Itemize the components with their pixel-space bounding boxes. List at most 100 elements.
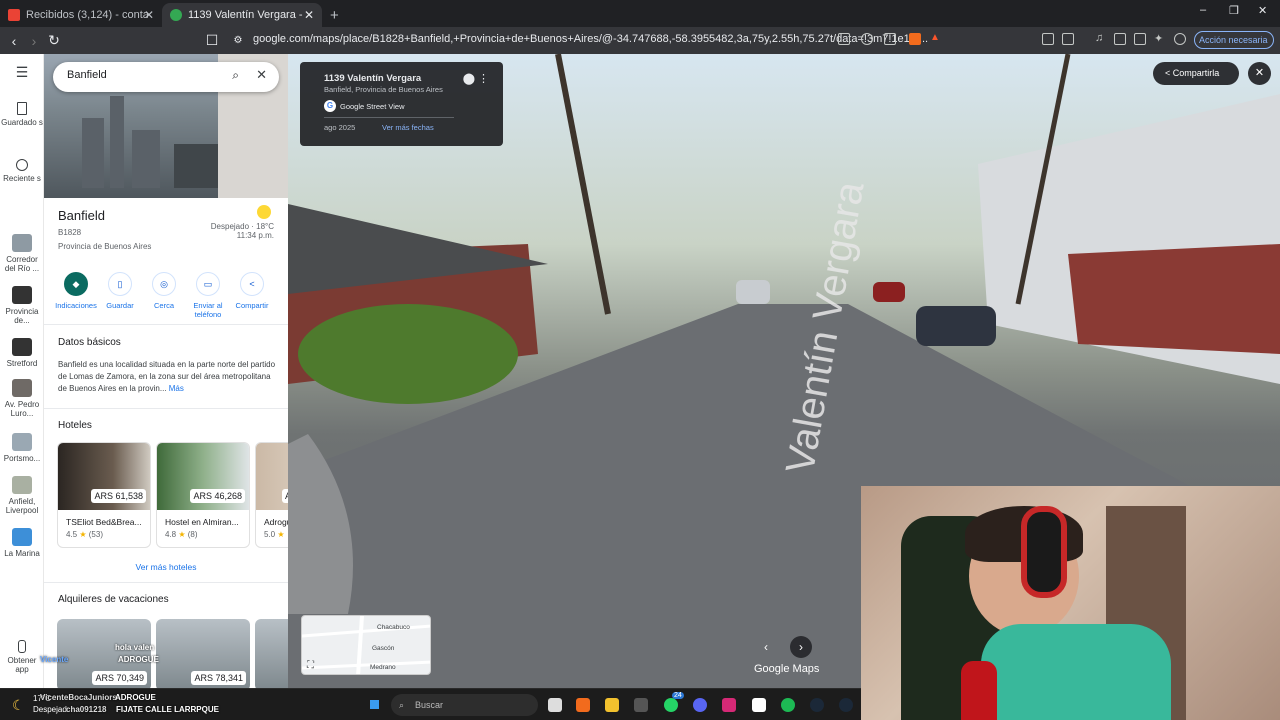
discord-icon[interactable] — [693, 698, 707, 712]
share-button[interactable]: < Compartir — [230, 272, 274, 319]
place-thumb — [12, 234, 32, 252]
rental-card[interactable] — [255, 619, 288, 688]
more-options-icon[interactable]: ⋮ — [478, 72, 489, 85]
postal-code: B1828 — [58, 228, 82, 237]
notion-icon[interactable] — [752, 698, 766, 712]
maps-rail: ☰ Guardado s Reciente s Corredor del Río… — [0, 54, 44, 688]
car-shape — [873, 282, 905, 302]
close-tab-icon[interactable]: ✕ — [304, 8, 314, 22]
spotify-icon[interactable] — [781, 698, 795, 712]
action-label: Guardar — [106, 301, 134, 310]
action-needed-button[interactable]: Acción necesaria — [1194, 31, 1274, 49]
extensions-icon[interactable] — [1042, 33, 1054, 45]
tab-gmail[interactable]: Recibidos (3,124) - contactomelogra... ✕ — [0, 3, 162, 27]
url-field[interactable]: google.com/maps/place/B1828+Banfield,+Pr… — [253, 33, 928, 45]
nearby-icon: ◎ — [152, 272, 176, 296]
back-icon[interactable]: ‹ — [4, 33, 24, 49]
save-button[interactable]: ▯ Guardar — [98, 272, 142, 319]
tab-bar: Recibidos (3,124) - contactomelogra... ✕… — [0, 0, 1280, 27]
rail-place[interactable]: La Marina — [0, 528, 44, 558]
hotel-card[interactable]: ARS 46,268 Hostel en Almiran... 4.8 ★ (8… — [156, 442, 250, 548]
place-thumb — [12, 338, 32, 356]
directions-button[interactable]: ◆ Indicaciones — [54, 272, 98, 319]
rail-place[interactable]: Stretford — [0, 338, 44, 368]
search-icon[interactable]: ⌕ — [232, 68, 239, 83]
action-label: Compartir — [235, 301, 269, 310]
mini-map[interactable]: Chacabuco Gascón Medrano ⛶ — [301, 615, 431, 675]
tab-search-icon[interactable] — [1062, 33, 1074, 45]
brave-rewards-icon[interactable]: ▲ — [930, 32, 942, 44]
task-view-icon[interactable] — [548, 698, 562, 712]
address-bar: ‹ › ↻ ☐ ⚙ google.com/maps/place/B1828+Ba… — [0, 27, 1280, 54]
brave-shield-icon[interactable] — [909, 33, 921, 45]
place-panel: Banfield ⌕ ✕ Banfield B1828 Provincia de… — [44, 54, 288, 688]
place-thumb — [12, 528, 32, 546]
rail-place[interactable]: Portsmo... — [0, 433, 44, 463]
close-window-button[interactable]: ✕ — [1258, 4, 1267, 17]
zoom-icon[interactable] — [861, 33, 873, 45]
tab-maps[interactable]: 1139 Valentín Vergara - Google ... ✕ — [162, 3, 322, 27]
instagram-icon[interactable] — [722, 698, 736, 712]
more-hotels-link[interactable]: Ver más hoteles — [44, 562, 288, 572]
send-phone-icon: ▭ — [196, 272, 220, 296]
new-tab-button[interactable]: + — [330, 3, 339, 27]
share-icon: < — [1165, 68, 1171, 78]
whatsapp-icon[interactable] — [664, 698, 678, 712]
folder-icon[interactable] — [605, 698, 619, 712]
taskbar-search[interactable]: ⌕ Buscar — [391, 694, 538, 716]
music-icon[interactable]: ♫ — [1095, 32, 1107, 44]
more-link[interactable]: Más — [169, 384, 184, 393]
rail-place[interactable]: Provincia de... — [0, 286, 44, 325]
rating-value: 4.8 — [165, 530, 177, 539]
source-row: G Google Street View — [324, 100, 404, 112]
hotel-card[interactable]: A Adrogu 5.0 ★ — [255, 442, 288, 548]
windows-start-icon[interactable] — [367, 697, 382, 712]
close-streetview-button[interactable]: ✕ — [1248, 62, 1271, 85]
brave-icon[interactable] — [576, 698, 590, 712]
share-button[interactable]: < Compartirla — [1153, 62, 1239, 85]
rail-label: Corredor del Río ... — [4, 255, 40, 273]
place-thumb — [12, 433, 32, 451]
close-icon[interactable]: ✕ — [256, 67, 267, 83]
reload-icon[interactable]: ↻ — [44, 32, 64, 49]
maximize-button[interactable]: ❐ — [1229, 4, 1239, 17]
nearby-button[interactable]: ◎ Cerca — [142, 272, 186, 319]
minimize-button[interactable]: – — [1200, 4, 1206, 16]
chat-user: cha091218 — [66, 705, 107, 714]
close-tab-icon[interactable]: ✕ — [144, 8, 154, 22]
send-to-phone-button[interactable]: ▭ Enviar al teléfono — [186, 272, 230, 319]
chat-message: FIJATE CALLE LARRPQUE — [116, 705, 219, 714]
store-icon[interactable] — [634, 698, 648, 712]
site-settings-icon[interactable]: ⚙ — [228, 35, 248, 46]
more-dates-link[interactable]: Ver más fechas — [382, 123, 434, 132]
share-page-icon[interactable] — [884, 33, 896, 45]
next-arrow-icon[interactable]: › — [790, 636, 812, 658]
vpn-icon[interactable] — [1174, 33, 1186, 45]
pin-icon[interactable]: ⬤ — [463, 72, 475, 85]
expand-icon[interactable]: ⛶ — [307, 660, 314, 671]
sidebar-icon[interactable] — [1114, 33, 1126, 45]
leo-ai-icon[interactable]: ✦ — [1154, 32, 1166, 45]
prev-arrow-icon[interactable]: ‹ — [755, 636, 777, 658]
rail-label: Av. Pedro Luro... — [4, 400, 40, 418]
steam-icon[interactable] — [810, 698, 824, 712]
search-input[interactable]: Banfield ⌕ ✕ — [53, 62, 279, 92]
rail-place[interactable]: Corredor del Río ... — [0, 234, 44, 273]
steam-icon[interactable] — [839, 698, 853, 712]
hotel-price: ARS 61,538 — [91, 489, 146, 503]
action-label: Cerca — [153, 301, 174, 310]
chat-message: hola valen — [115, 643, 155, 652]
cast-icon[interactable] — [838, 33, 850, 45]
hotel-card[interactable]: ARS 61,538 TSEliot Bed&Brea... 4.5 ★ (53… — [57, 442, 151, 548]
rail-place[interactable]: Av. Pedro Luro... — [0, 379, 44, 418]
rail-saved[interactable]: Guardado s — [0, 102, 44, 127]
forward-icon[interactable]: › — [24, 33, 44, 49]
rail-place[interactable]: Anfield, Liverpool — [0, 476, 44, 515]
rail-recent[interactable]: Reciente s — [0, 159, 44, 183]
google-maps-logo: Google Maps — [754, 663, 820, 675]
place-thumb — [12, 476, 32, 494]
source-text: Google Street View — [340, 101, 405, 111]
wallet-icon[interactable] — [1134, 33, 1146, 45]
menu-icon[interactable]: ☰ — [0, 65, 44, 79]
bookmark-icon[interactable]: ☐ — [202, 32, 222, 49]
